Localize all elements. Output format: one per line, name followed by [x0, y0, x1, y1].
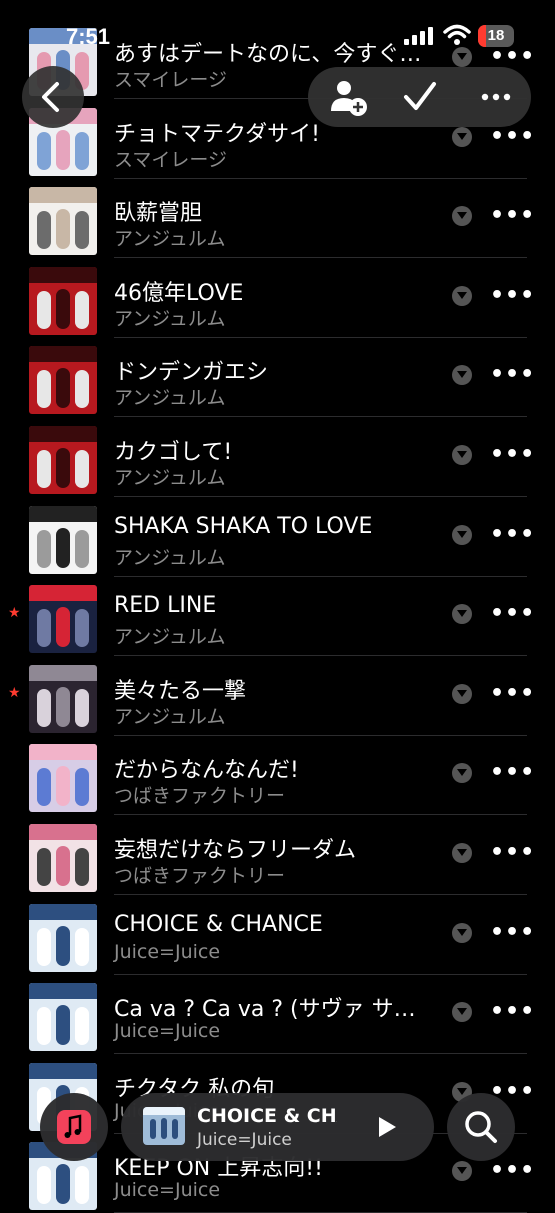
- downloaded-icon: [452, 1161, 472, 1182]
- now-playing-artwork: [143, 1107, 185, 1145]
- cellular-signal-icon: [404, 27, 433, 45]
- more-options-icon[interactable]: •••: [490, 681, 535, 706]
- song-row[interactable]: ★ 美々たる一撃 アンジュルム •••: [0, 655, 555, 736]
- song-row[interactable]: CHOICE & CHANCE Juice=Juice •••: [0, 894, 555, 975]
- more-options-icon[interactable]: •••: [490, 840, 535, 865]
- song-artist: スマイレージ: [114, 148, 228, 171]
- song-title: Ca va ? Ca va ? (サヴァ サヴァ): [114, 997, 434, 1023]
- song-title: だからなんなんだ!: [114, 758, 299, 784]
- song-title: 妄想だけならフリーダム: [114, 838, 357, 863]
- playlist-actions: [308, 67, 531, 127]
- song-artist: アンジュルム: [114, 705, 226, 728]
- more-options-icon[interactable]: •••: [490, 760, 535, 785]
- song-title: RED LINE: [114, 593, 217, 619]
- more-options-icon[interactable]: •••: [490, 362, 535, 387]
- downloaded-icon: [452, 445, 472, 465]
- song-title: 46億年LOVE: [114, 280, 244, 306]
- downloaded-icon: [452, 604, 472, 625]
- album-artwork: [29, 505, 97, 574]
- downloaded-icon: [452, 285, 472, 306]
- song-row[interactable]: カクゴして! アンジュルム •••: [0, 416, 555, 497]
- song-row[interactable]: 46億年LOVE アンジュルム •••: [0, 257, 555, 338]
- more-options-icon[interactable]: •••: [490, 203, 535, 228]
- song-row[interactable]: 妄想だけならフリーダム つばきファクトリー •••: [0, 814, 555, 895]
- song-artist: Juice=Juice: [114, 940, 221, 963]
- more-options-icon[interactable]: •••: [490, 442, 535, 467]
- album-artwork: [29, 426, 97, 494]
- song-artist: つばきファクトリー: [114, 865, 286, 887]
- song-title: チョトマテクダサイ!: [114, 121, 320, 147]
- song-artist: アンジュルム: [114, 387, 226, 410]
- song-title: SHAKA SHAKA TO LOVE: [114, 513, 373, 539]
- battery-indicator: 18: [478, 25, 514, 47]
- album-artwork: [29, 983, 97, 1052]
- song-artist: アンジュルム: [114, 228, 226, 251]
- song-title: ドンデンガエシ: [114, 360, 269, 386]
- search-icon: [465, 1111, 497, 1143]
- more-options-icon[interactable]: •••: [490, 1158, 535, 1183]
- battery-level: 18: [487, 27, 505, 44]
- downloaded-icon: [452, 922, 472, 943]
- song-title: 美々たる一撃: [114, 678, 247, 704]
- song-row[interactable]: ★ RED LINE アンジュルム •••: [0, 575, 555, 657]
- back-button[interactable]: [22, 66, 84, 128]
- album-artwork: [29, 824, 97, 892]
- library-button[interactable]: [40, 1093, 108, 1161]
- checkmark-icon[interactable]: [398, 75, 442, 119]
- album-artwork: [29, 664, 97, 733]
- mini-player[interactable]: CHOICE & CHANCE Juice=Juice: [121, 1093, 434, 1161]
- status-bar: 7:51 18: [0, 0, 555, 60]
- song-row[interactable]: 臥薪嘗胆 アンジュルム •••: [0, 177, 555, 259]
- more-options-icon[interactable]: •••: [490, 522, 535, 547]
- downloaded-icon: [452, 365, 472, 386]
- downloaded-icon: [452, 763, 472, 784]
- downloaded-icon: [452, 683, 472, 704]
- song-artist: Juice=Juice: [114, 1179, 221, 1202]
- album-artwork: [29, 187, 97, 256]
- song-artist: アンジュルム: [114, 307, 226, 330]
- song-title: カクゴして!: [114, 440, 233, 465]
- song-title: CHOICE & CHANCE: [114, 911, 323, 937]
- status-time: 7:51: [66, 24, 111, 49]
- album-artwork: [29, 346, 97, 415]
- song-title: 臥薪嘗胆: [114, 201, 203, 227]
- more-options-icon[interactable]: •••: [490, 999, 535, 1024]
- chevron-left-icon: [42, 82, 59, 112]
- song-row[interactable]: だからなんなんだ! つばきファクトリー •••: [0, 734, 555, 816]
- now-playing-artist: Juice=Juice: [197, 1130, 292, 1150]
- ellipsis-icon[interactable]: [474, 75, 518, 119]
- album-artwork: [29, 266, 97, 335]
- favorite-star-icon: ★: [8, 605, 21, 622]
- add-person-icon[interactable]: [326, 75, 370, 119]
- song-artist: スマイレージ: [114, 69, 228, 91]
- downloaded-icon: [452, 126, 472, 147]
- album-artwork: [29, 585, 97, 654]
- more-options-icon[interactable]: •••: [490, 124, 535, 149]
- song-artist: Juice=Juice: [114, 1020, 221, 1043]
- more-options-icon[interactable]: •••: [490, 601, 535, 626]
- wifi-icon: [443, 24, 471, 45]
- now-playing-title: CHOICE & CHANCE: [197, 1105, 337, 1127]
- music-note-app-icon: [57, 1110, 91, 1144]
- downloaded-icon: [452, 843, 472, 863]
- song-artist: アンジュルム: [114, 626, 226, 649]
- more-options-icon[interactable]: •••: [490, 920, 535, 945]
- song-artist: アンジュルム: [114, 467, 226, 489]
- song-artist: アンジュルム: [114, 546, 226, 569]
- play-icon[interactable]: [375, 1115, 399, 1139]
- search-button[interactable]: [447, 1093, 515, 1161]
- album-artwork: [29, 744, 97, 813]
- downloaded-icon: [452, 206, 472, 227]
- song-row[interactable]: SHAKA SHAKA TO LOVE アンジュルム •••: [0, 496, 555, 577]
- downloaded-icon: [452, 524, 472, 545]
- more-options-icon[interactable]: •••: [490, 283, 535, 308]
- album-artwork: [29, 903, 97, 972]
- downloaded-icon: [452, 1002, 472, 1023]
- favorite-star-icon: ★: [8, 684, 21, 701]
- song-row[interactable]: ドンデンガエシ アンジュルム •••: [0, 336, 555, 418]
- song-artist: つばきファクトリー: [114, 785, 286, 808]
- song-row[interactable]: Ca va ? Ca va ? (サヴァ サヴァ) Juice=Juice •••: [0, 973, 555, 1055]
